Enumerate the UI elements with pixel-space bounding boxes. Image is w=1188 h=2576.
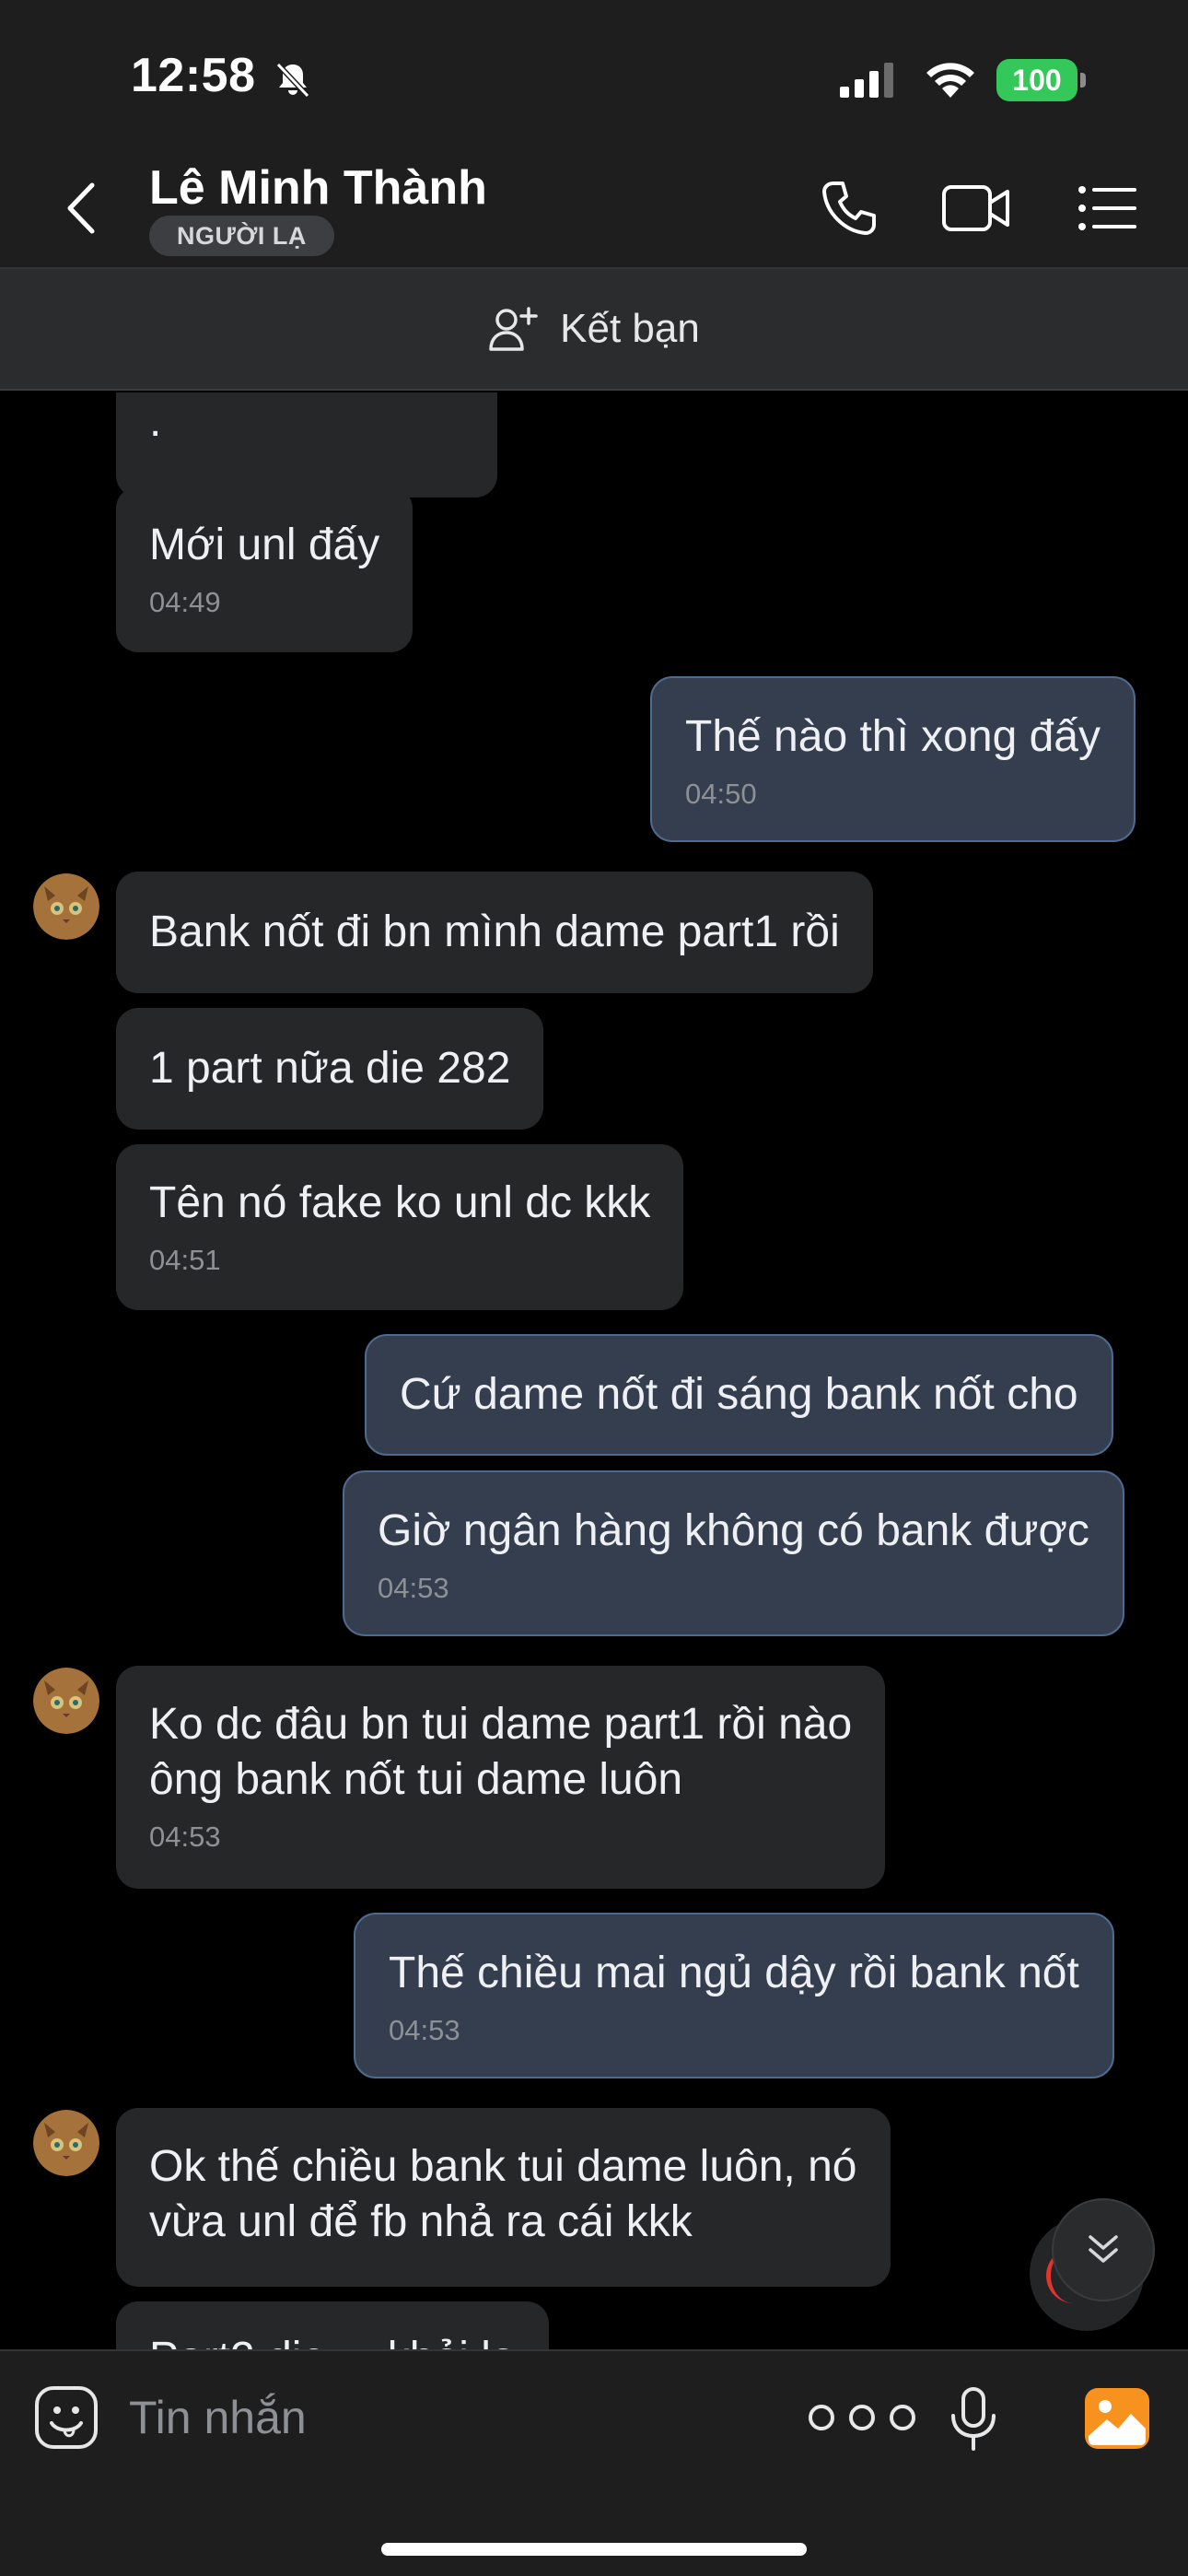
message-input[interactable]: Tin nhắn (129, 2379, 774, 2456)
add-friend-label: Kết bạn (560, 306, 700, 351)
more-options-icon[interactable] (801, 2394, 923, 2441)
message-text-line-1: Ko dc đâu bn tui dame part1 rồi nào (149, 1700, 853, 1749)
photo-gallery-icon[interactable] (1083, 2386, 1151, 2451)
message-text-line-1: Ok thế chiều bank tui dame luôn, nó (149, 2142, 857, 2191)
chevron-left-icon (67, 182, 95, 234)
status-bar: 12:58 100 (0, 0, 1188, 147)
message-outgoing[interactable]: Thế chiều mai ngủ dậy rồi bank nốt 04:53 (354, 1913, 1114, 2078)
message-text: Thế nào thì xong đấy (685, 712, 1101, 761)
message-incoming[interactable]: Ok thế chiều bank tui dame luôn, nó vừa … (116, 2108, 891, 2287)
menu-button[interactable] (1074, 179, 1140, 238)
cat-avatar-icon (33, 2110, 99, 2176)
message-text: 1 part nữa die 282 (149, 1044, 511, 1093)
message-text: Tên nó fake ko unl dc kkk (149, 1178, 651, 1227)
message-time: 04:49 (149, 586, 221, 618)
sticker-icon[interactable] (33, 2384, 99, 2451)
bell-off-icon (275, 62, 310, 99)
microphone-icon[interactable] (949, 2386, 998, 2453)
contact-avatar[interactable] (33, 873, 99, 940)
message-outgoing[interactable]: Giờ ngân hàng không có bank được 04:53 (343, 1470, 1124, 1636)
message-text: Bank nốt đi bn mình dame part1 rồi (149, 907, 840, 956)
video-camera-icon (942, 185, 1009, 231)
message-outgoing[interactable]: Cứ dame nốt đi sáng bank nốt cho (365, 1334, 1113, 1456)
message-incoming[interactable]: Bank nốt đi bn mình dame part1 rồi (116, 872, 873, 993)
message-text-line-2: vừa unl để fb nhả ra cái kkk (149, 2197, 693, 2246)
message-text: . (149, 397, 162, 446)
message-text-line-2: ông bank nốt tui dame luôn (149, 1755, 683, 1804)
message-incoming[interactable]: 1 part nữa die 282 (116, 1008, 544, 1130)
stranger-badge: NGƯỜI LẠ (149, 216, 334, 256)
home-indicator (381, 2543, 807, 2556)
message-time: 04:53 (149, 1821, 221, 1853)
double-chevron-down-icon (1089, 2235, 1118, 2263)
voice-call-button[interactable] (816, 179, 882, 238)
message-incoming[interactable]: Part2 die ... khỏi lo (116, 2301, 549, 2349)
video-call-button[interactable] (941, 179, 1011, 238)
message-text: Mới unl đấy (149, 521, 380, 569)
status-time: 12:58 (131, 49, 256, 102)
message-time: 04:51 (149, 1244, 221, 1276)
message-incoming[interactable]: Tên nó fake ko unl dc kkk 04:51 (116, 1144, 684, 1310)
add-friend-button[interactable]: Kết bạn (488, 305, 700, 353)
message-text: Cứ dame nốt đi sáng bank nốt cho (400, 1370, 1078, 1419)
message-time: 04:50 (685, 778, 757, 810)
message-list[interactable]: . Mới unl đấy 04:49 Thế nào thì xong đấy… (0, 392, 1188, 2349)
battery-level: 100 (1012, 64, 1062, 97)
wifi-icon (926, 63, 974, 98)
contact-avatar[interactable] (33, 2110, 99, 2176)
back-button[interactable] (52, 173, 111, 243)
message-time: 04:53 (389, 2014, 460, 2046)
message-incoming[interactable]: . (116, 392, 497, 498)
message-incoming[interactable]: Mới unl đấy 04:49 (116, 486, 413, 652)
chat-header: Lê Minh Thành NGƯỜI LẠ (0, 147, 1188, 269)
message-text: Thế chiều mai ngủ dậy rồi bank nốt (389, 1949, 1079, 1997)
list-menu-icon (1078, 186, 1136, 230)
cat-avatar-icon (33, 873, 99, 940)
signal-icon (840, 63, 893, 98)
message-outgoing[interactable]: Thế nào thì xong đấy 04:50 (650, 676, 1136, 842)
contact-avatar[interactable] (33, 1668, 99, 1734)
add-friend-bar: Kết bạn (0, 269, 1188, 391)
phone-icon (822, 181, 876, 235)
cat-avatar-icon (33, 1668, 99, 1734)
battery-icon: 100 (996, 59, 1086, 101)
message-time: 04:53 (378, 1572, 449, 1604)
add-user-icon (489, 307, 538, 351)
message-incoming[interactable]: Ko dc đâu bn tui dame part1 rồi nào ông … (116, 1666, 886, 1889)
contact-name[interactable]: Lê Minh Thành (149, 160, 487, 216)
message-text: Giờ ngân hàng không có bank được (378, 1506, 1089, 1555)
message-text: Part2 die ... khỏi lo (149, 2331, 516, 2349)
scroll-to-bottom-button[interactable] (1052, 2198, 1155, 2301)
